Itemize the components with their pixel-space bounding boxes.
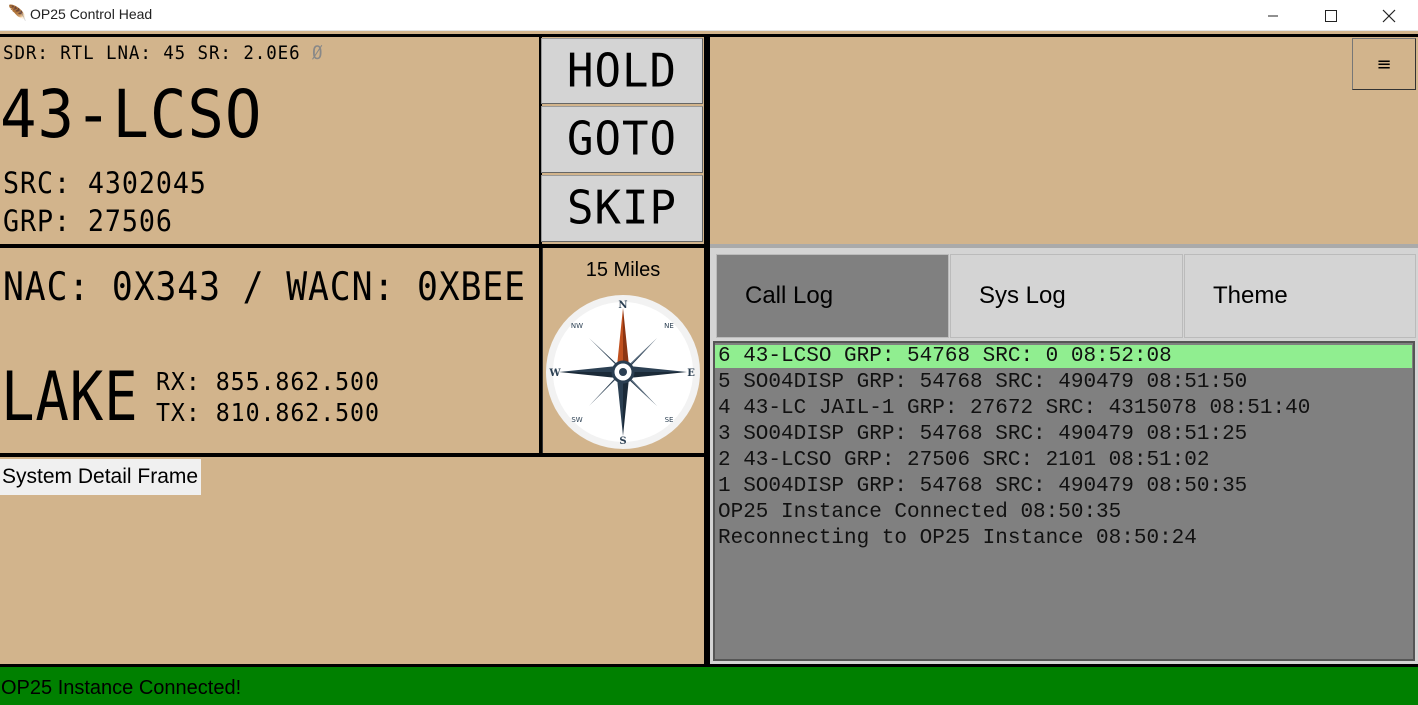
list-item[interactable]: 2 43-LCSO GRP: 27506 SRC: 2101 08:51:02 — [718, 449, 1209, 472]
maximize-button[interactable] — [1308, 0, 1354, 31]
tab-theme-label: Theme — [1213, 282, 1288, 309]
maximize-icon — [1325, 9, 1337, 22]
tx-frequency: TX: 810.862.500 — [156, 398, 380, 427]
list-item[interactable]: OP25 Instance Connected 08:50:35 — [718, 501, 1121, 524]
skip-label: SKIP — [567, 181, 677, 236]
status-text: OP25 Instance Connected! — [1, 677, 242, 699]
hamburger-icon: ≡ — [1376, 53, 1392, 75]
minimize-icon — [1268, 15, 1278, 16]
grp-display: GRP: 27506 — [3, 204, 173, 238]
goto-button[interactable]: GOTO — [541, 106, 703, 173]
tab-sys-log-label: Sys Log — [979, 282, 1066, 309]
distance-label: 15 Miles — [585, 259, 661, 281]
rx-frequency: RX: 855.862.500 — [156, 367, 380, 396]
sdr-status-line: SDR: RTL LNA: 45 SR: 2.0E6 Ø — [3, 42, 323, 64]
hold-button[interactable]: HOLD — [541, 38, 703, 104]
nac-wacn-display: NAC: 0X343 / WACN: 0XBEE — [3, 265, 526, 310]
compass-northeast: NE — [664, 322, 674, 330]
talkgroup-display: 43-LCSO — [0, 76, 263, 153]
system-detail-frame-label: System Detail Frame — [0, 459, 202, 495]
site-name-display: LAKE — [1, 358, 139, 437]
feather-icon: 🪶 — [8, 4, 27, 22]
list-item[interactable]: 6 43-LCSO GRP: 54768 SRC: 0 08:52:08 — [715, 345, 1412, 368]
compass-northwest: NW — [571, 322, 583, 330]
status-bar: OP25 Instance Connected! — [0, 667, 1418, 705]
close-button[interactable] — [1366, 0, 1412, 31]
window-title: OP25 Control Head — [30, 6, 153, 22]
hold-label: HOLD — [567, 44, 677, 98]
horizontal-divider-2 — [0, 453, 705, 457]
title-bar: 🪶 OP25 Control Head — [0, 0, 1418, 31]
compass-south: S — [619, 436, 626, 447]
minimize-button[interactable] — [1250, 0, 1296, 31]
compass-southwest: SW — [571, 416, 582, 424]
goto-label: GOTO — [567, 112, 677, 167]
compass-icon: N S E W NE NW SE SW — [546, 295, 700, 449]
tab-call-log[interactable]: Call Log — [716, 254, 949, 338]
compass-west: W — [548, 368, 561, 379]
tab-call-log-label: Call Log — [745, 282, 834, 309]
src-display: SRC: 4302045 — [3, 166, 207, 200]
list-item[interactable]: 4 43-LC JAIL-1 GRP: 27672 SRC: 4315078 0… — [718, 397, 1310, 420]
skip-button[interactable]: SKIP — [541, 175, 703, 242]
sdr-status-text: SDR: RTL LNA: 45 SR: 2.0E6 — [3, 42, 301, 64]
list-item[interactable]: 1 SO04DISP GRP: 54768 SRC: 490479 08:50:… — [718, 475, 1247, 498]
tab-theme[interactable]: Theme — [1184, 254, 1416, 338]
list-item[interactable]: Reconnecting to OP25 Instance 08:50:24 — [718, 527, 1197, 550]
compass-east: E — [687, 368, 695, 379]
compass-southeast: SE — [665, 416, 674, 424]
close-icon — [1382, 9, 1396, 22]
list-item[interactable]: 3 SO04DISP GRP: 54768 SRC: 490479 08:51:… — [718, 423, 1247, 446]
menu-button[interactable]: ≡ — [1352, 38, 1416, 90]
call-log-list[interactable]: 6 43-LCSO GRP: 54768 SRC: 0 08:52:08 5 S… — [713, 341, 1415, 661]
tab-sys-log[interactable]: Sys Log — [950, 254, 1183, 338]
status-symbol: Ø — [312, 42, 324, 64]
list-item[interactable]: 5 SO04DISP GRP: 54768 SRC: 490479 08:51:… — [718, 371, 1247, 394]
compass-north: N — [618, 300, 627, 311]
